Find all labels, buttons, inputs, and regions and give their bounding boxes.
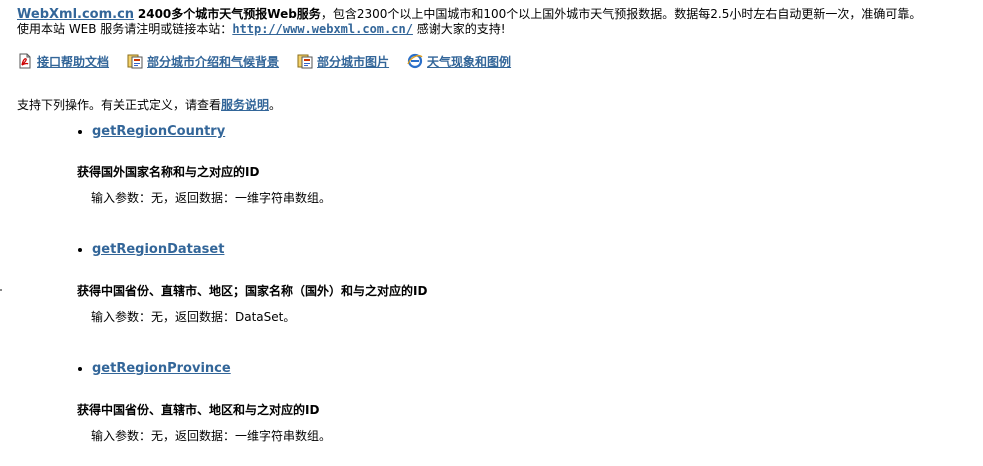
weather-legend-label: 天气现象和图例 [427, 54, 512, 69]
website-url-link[interactable]: http://www.webxml.com.cn/ [232, 22, 413, 36]
bullet [78, 366, 82, 371]
service-headline: 2400多个城市天气预报Web服务 [137, 7, 321, 21]
weather-legend-link[interactable]: 天气现象和图例 [407, 53, 511, 70]
operation-link[interactable]: getRegionProvince [92, 361, 231, 376]
site-link[interactable]: WebXml.com.cn [17, 7, 134, 22]
pdf-icon [17, 53, 33, 69]
operation-link[interactable]: getRegionDataset [92, 242, 224, 257]
operation-title: getRegionProvince [78, 361, 231, 376]
operation-description: 获得中国省份、直辖市、地区和与之对应的ID [77, 403, 320, 417]
operation-params: 输入参数：无，返回数据：一维字符串数组。 [91, 191, 332, 205]
usage-note: 使用本站 WEB 服务请注明或链接本站： [17, 22, 233, 36]
edge-mark [0, 289, 2, 291]
operation-params: 输入参数：无，返回数据：DataSet。 [91, 310, 296, 324]
help-doc-label: 接口帮助文档 [37, 54, 110, 69]
operation-description: 获得中国省份、直辖市、地区；国家名称（国外）和与之对应的ID [77, 284, 428, 298]
help-doc-link[interactable]: 接口帮助文档 [17, 53, 109, 70]
service-description-link[interactable]: 服务说明 [221, 98, 269, 112]
operation-item: getRegionProvince 获得中国省份、直辖市、地区和与之对应的ID … [77, 361, 331, 443]
thanks-text: 感谢大家的支持! [412, 22, 506, 36]
city-photos-label: 部分城市图片 [317, 54, 390, 69]
operation-title: getRegionCountry [78, 124, 225, 139]
operation-params: 输入参数：无，返回数据：一维字符串数组。 [91, 429, 332, 443]
bullet [78, 129, 82, 134]
operation-description: 获得国外国家名称和与之对应的ID [77, 165, 260, 179]
service-description: ，包含2300个以上中国城市和100个以上国外城市天气预报数据。数据每2.5小时… [320, 7, 922, 21]
service-page: WebXml.com.cn 2400多个城市天气预报Web服务，包含2300个以… [0, 0, 983, 466]
ie-icon [407, 53, 423, 69]
support-line: 支持下列操作。有关正式定义，请查看服务说明。 [17, 96, 281, 113]
operation-item: getRegionCountry 获得国外国家名称和与之对应的ID 输入参数：无… [77, 124, 331, 205]
operation-item: getRegionDataset 获得中国省份、直辖市、地区；国家名称（国外）和… [77, 242, 427, 324]
city-intro-label: 部分城市介绍和气候背景 [147, 54, 280, 69]
city-intro-link[interactable]: 部分城市介绍和气候背景 [127, 53, 279, 70]
intro-block: WebXml.com.cn 2400多个城市天气预报Web服务，包含2300个以… [17, 7, 977, 37]
operation-link[interactable]: getRegionCountry [92, 124, 225, 139]
support-text: 支持下列操作。有关正式定义，请查看 [17, 98, 222, 112]
support-suffix: 。 [269, 98, 282, 112]
resource-links: 接口帮助文档 部分城市介绍和气候背景 部分城市图片 天气现象和图例 [17, 51, 529, 71]
city-photos-link[interactable]: 部分城市图片 [297, 53, 389, 70]
document-icon [297, 53, 313, 69]
document-icon [127, 53, 143, 69]
operation-title: getRegionDataset [78, 242, 224, 257]
bullet [78, 247, 82, 252]
